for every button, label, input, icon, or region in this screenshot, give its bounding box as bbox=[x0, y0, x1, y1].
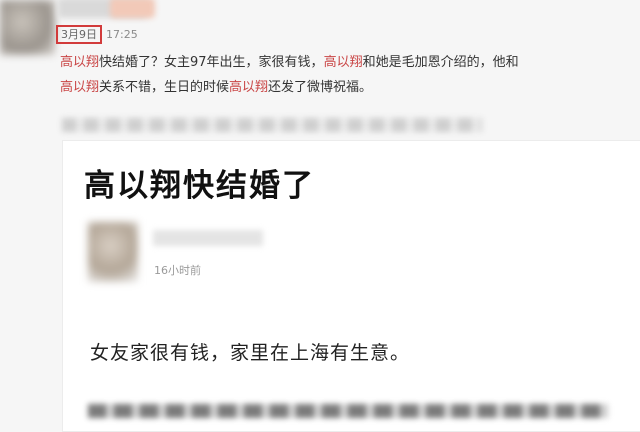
post-text-segment: 快结婚了？女主97年出生，家很有钱， bbox=[99, 55, 324, 70]
article-author-name-blurred bbox=[153, 230, 263, 246]
post-date: 3月9日 bbox=[56, 25, 102, 44]
article-author-avatar bbox=[88, 222, 138, 282]
post-text-segment: 关系不错，生日的时候 bbox=[99, 80, 230, 95]
article-body-text: 女友家很有钱，家里在上海有生意。 bbox=[90, 342, 411, 364]
name-link[interactable]: 高以翔 bbox=[60, 55, 99, 70]
post-time: 17:25 bbox=[106, 28, 138, 41]
post-text-segment: 和她是毛加恩介绍的，他和 bbox=[362, 55, 519, 70]
post-text-segment: 还发了微博祝福。 bbox=[268, 80, 373, 95]
name-link[interactable]: 高以翔 bbox=[229, 80, 268, 95]
name-link[interactable]: 高以翔 bbox=[324, 55, 363, 70]
name-link[interactable]: 高以翔 bbox=[60, 80, 99, 95]
post-text: 高以翔快结婚了？女主97年出生，家很有钱，高以翔和她是毛加恩介绍的，他和 高以翔… bbox=[60, 50, 635, 100]
blurred-avatar bbox=[0, 0, 55, 55]
post-meta: 3月9日 17:25 bbox=[56, 25, 138, 44]
post-line-1: 高以翔快结婚了？女主97年出生，家很有钱，高以翔和她是毛加恩介绍的，他和 bbox=[60, 50, 635, 75]
article-title: 高以翔快结婚了 bbox=[84, 168, 315, 204]
article-time: 16小时前 bbox=[154, 264, 201, 277]
blurred-username-extra bbox=[110, 0, 155, 18]
article-next-line-cut-off bbox=[88, 404, 608, 418]
blurred-text-strip bbox=[62, 118, 482, 132]
post-line-2: 高以翔关系不错，生日的时候高以翔还发了微博祝福。 bbox=[60, 75, 635, 100]
